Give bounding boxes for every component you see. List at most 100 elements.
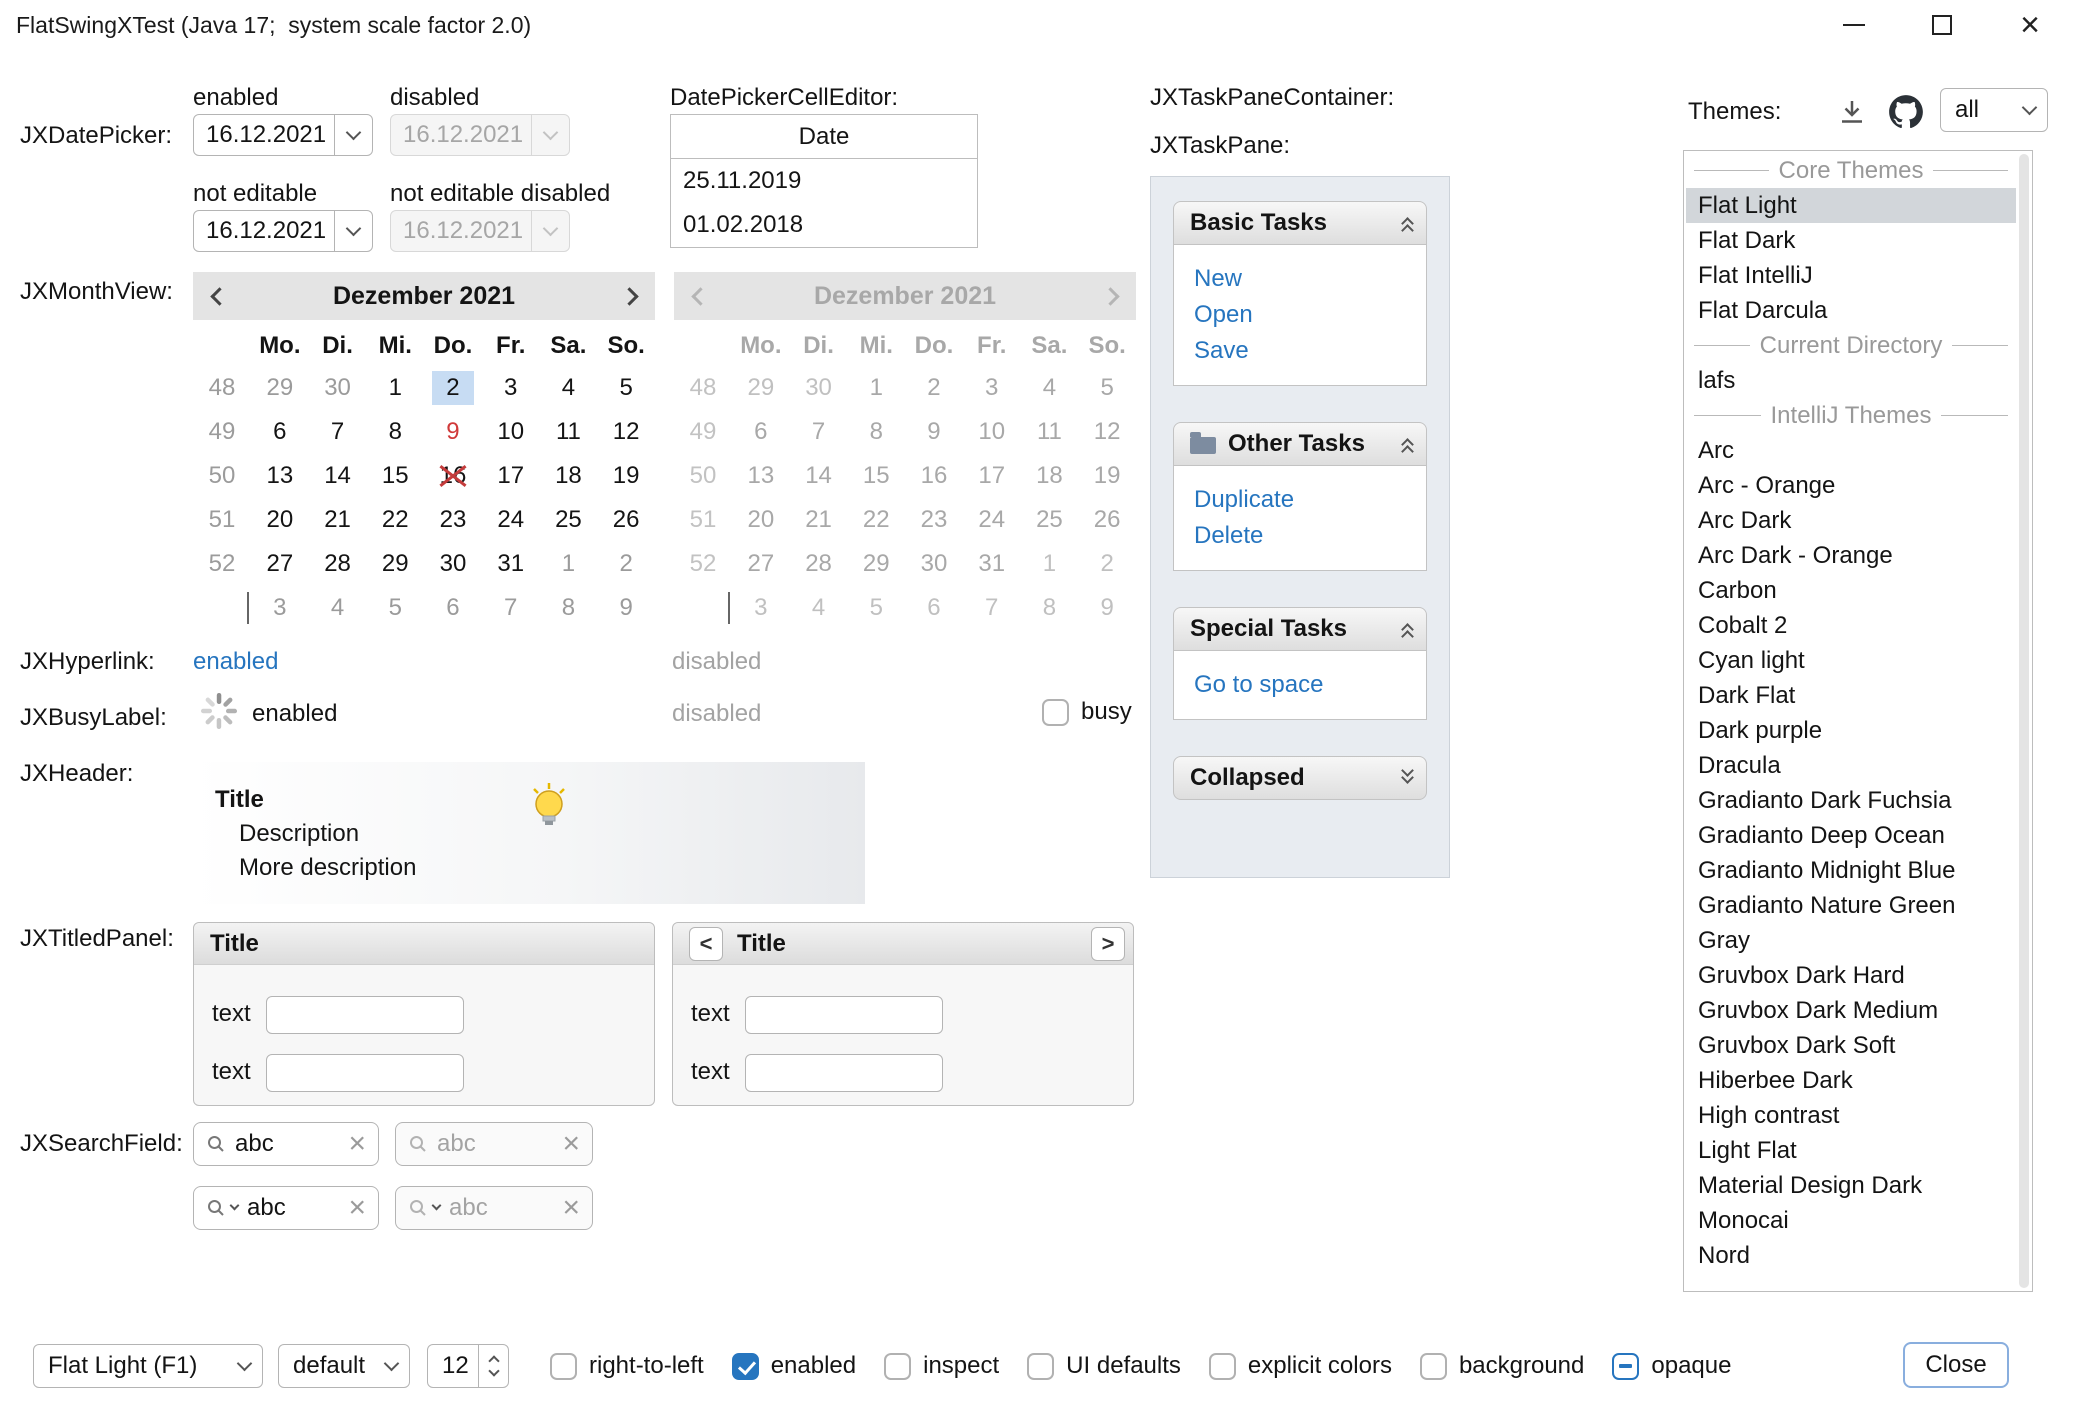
- monthview-enabled[interactable]: Dezember 2021Mo.Di.Mi.Do.Fr.Sa.So.482930…: [193, 272, 655, 630]
- theme-item-cobalt-2[interactable]: Cobalt 2: [1686, 608, 2016, 643]
- taskpane-header[interactable]: Collapsed: [1173, 756, 1427, 800]
- day-cell[interactable]: 20: [251, 503, 309, 537]
- table-row[interactable]: 25.11.2019: [671, 159, 977, 203]
- themes-filter-combo[interactable]: all: [1940, 88, 2048, 132]
- theme-item-lafs[interactable]: lafs: [1686, 363, 2016, 398]
- next-month-button[interactable]: [603, 272, 655, 320]
- day-cell[interactable]: 29: [251, 371, 309, 405]
- theme-item-flat-intellij[interactable]: Flat IntelliJ: [1686, 258, 2016, 293]
- download-themes-button[interactable]: [1832, 92, 1872, 132]
- taskpane-header[interactable]: Other Tasks: [1173, 422, 1427, 466]
- expand-icon[interactable]: [1403, 771, 1412, 785]
- day-cell[interactable]: 13: [251, 459, 309, 493]
- checkbox-right-to-left[interactable]: right-to-left: [550, 1352, 704, 1380]
- search-input[interactable]: abc: [235, 1130, 339, 1158]
- checkbox-inspect[interactable]: inspect: [884, 1352, 999, 1380]
- day-cell[interactable]: 8: [540, 591, 598, 625]
- day-cell[interactable]: 16: [424, 459, 482, 493]
- datepicker-enabled[interactable]: 16.12.2021: [193, 114, 373, 156]
- collapse-icon[interactable]: [1403, 437, 1412, 451]
- checkbox-ui-defaults[interactable]: UI defaults: [1027, 1352, 1181, 1380]
- checkbox-explicit-colors[interactable]: explicit colors: [1209, 1352, 1392, 1380]
- checkbox-enabled[interactable]: enabled: [732, 1352, 856, 1380]
- checkbox-box[interactable]: [1612, 1353, 1639, 1380]
- close-button[interactable]: Close: [1903, 1342, 2009, 1388]
- day-cell[interactable]: 26: [597, 503, 655, 537]
- theme-item-flat-darcula[interactable]: Flat Darcula: [1686, 293, 2016, 328]
- day-cell[interactable]: 7: [309, 415, 367, 449]
- day-cell[interactable]: 27: [251, 547, 309, 581]
- style-combo[interactable]: default: [278, 1344, 410, 1388]
- day-cell[interactable]: 15: [366, 459, 424, 493]
- datepicker-dropdown-button[interactable]: [334, 211, 372, 251]
- day-cell[interactable]: 19: [597, 459, 655, 493]
- collapse-icon[interactable]: [1403, 216, 1412, 230]
- day-cell[interactable]: 14: [309, 459, 367, 493]
- day-cell[interactable]: 21: [309, 503, 367, 537]
- maximize-button[interactable]: [1898, 0, 1986, 50]
- checkbox-box[interactable]: [884, 1353, 911, 1380]
- day-cell[interactable]: 30: [424, 547, 482, 581]
- theme-item-nord[interactable]: Nord: [1686, 1238, 2016, 1273]
- theme-item-gradianto-dark-fuchsia[interactable]: Gradianto Dark Fuchsia: [1686, 783, 2016, 818]
- theme-item-gruvbox-dark-soft[interactable]: Gruvbox Dark Soft: [1686, 1028, 2016, 1063]
- theme-item-flat-dark[interactable]: Flat Dark: [1686, 223, 2016, 258]
- theme-item-gradianto-midnight-blue[interactable]: Gradianto Midnight Blue: [1686, 853, 2016, 888]
- laf-combo[interactable]: Flat Light (F1): [33, 1344, 263, 1388]
- theme-item-light-flat[interactable]: Light Flat: [1686, 1133, 2016, 1168]
- search-input[interactable]: abc: [247, 1194, 339, 1222]
- theme-item-arc[interactable]: Arc: [1686, 433, 2016, 468]
- day-cell[interactable]: 6: [251, 415, 309, 449]
- checkbox-background[interactable]: background: [1420, 1352, 1584, 1380]
- task-link-open[interactable]: Open: [1194, 297, 1406, 333]
- github-button[interactable]: [1886, 92, 1926, 132]
- theme-item-arc-orange[interactable]: Arc - Orange: [1686, 468, 2016, 503]
- font-size-value[interactable]: 12: [428, 1352, 478, 1380]
- theme-item-dark-purple[interactable]: Dark purple: [1686, 713, 2016, 748]
- text-input[interactable]: [745, 1054, 943, 1092]
- day-cell[interactable]: 17: [482, 459, 540, 493]
- text-input[interactable]: [266, 996, 464, 1034]
- text-input[interactable]: [745, 996, 943, 1034]
- day-cell[interactable]: 31: [482, 547, 540, 581]
- day-cell[interactable]: 10: [482, 415, 540, 449]
- task-link-save[interactable]: Save: [1194, 333, 1406, 369]
- theme-item-gruvbox-dark-hard[interactable]: Gruvbox Dark Hard: [1686, 958, 2016, 993]
- prev-month-button[interactable]: [193, 272, 245, 320]
- theme-item-hiberbee-dark[interactable]: Hiberbee Dark: [1686, 1063, 2016, 1098]
- taskpane-header[interactable]: Special Tasks: [1173, 607, 1427, 651]
- checkbox-box[interactable]: [732, 1353, 759, 1380]
- day-cell[interactable]: 4: [309, 591, 367, 625]
- theme-item-gruvbox-dark-medium[interactable]: Gruvbox Dark Medium: [1686, 993, 2016, 1028]
- spinner-down-icon[interactable]: [488, 1365, 499, 1376]
- day-cell[interactable]: 1: [540, 547, 598, 581]
- theme-item-dark-flat[interactable]: Dark Flat: [1686, 678, 2016, 713]
- datepicker-value[interactable]: 16.12.2021: [194, 121, 334, 149]
- checkbox-box[interactable]: [550, 1353, 577, 1380]
- busy-checkbox[interactable]: [1042, 699, 1069, 726]
- day-cell[interactable]: 23: [424, 503, 482, 537]
- titledpanel-left-button[interactable]: <: [689, 927, 723, 961]
- search-menu-chevron-icon[interactable]: [230, 1201, 240, 1211]
- checkbox-box[interactable]: [1209, 1353, 1236, 1380]
- day-cell[interactable]: 6: [424, 591, 482, 625]
- minimize-button[interactable]: [1810, 0, 1898, 50]
- theme-item-high-contrast[interactable]: High contrast: [1686, 1098, 2016, 1133]
- collapse-icon[interactable]: [1403, 622, 1412, 636]
- day-cell[interactable]: 5: [366, 591, 424, 625]
- theme-item-flat-light[interactable]: Flat Light: [1686, 188, 2016, 223]
- hyperlink-enabled[interactable]: enabled: [193, 648, 278, 676]
- theme-item-gradianto-nature-green[interactable]: Gradianto Nature Green: [1686, 888, 2016, 923]
- day-cell[interactable]: 18: [540, 459, 598, 493]
- day-cell[interactable]: 3: [482, 371, 540, 405]
- theme-item-gray[interactable]: Gray: [1686, 923, 2016, 958]
- theme-item-arc-dark[interactable]: Arc Dark: [1686, 503, 2016, 538]
- day-cell[interactable]: 7: [482, 591, 540, 625]
- clear-search-icon[interactable]: ×: [348, 1129, 366, 1159]
- day-cell[interactable]: 22: [366, 503, 424, 537]
- theme-item-cyan-light[interactable]: Cyan light: [1686, 643, 2016, 678]
- titledpanel-right-button[interactable]: >: [1091, 927, 1125, 961]
- task-link-duplicate[interactable]: Duplicate: [1194, 482, 1406, 518]
- font-size-spinner[interactable]: 12: [427, 1344, 509, 1388]
- taskpane-header[interactable]: Basic Tasks: [1173, 201, 1427, 245]
